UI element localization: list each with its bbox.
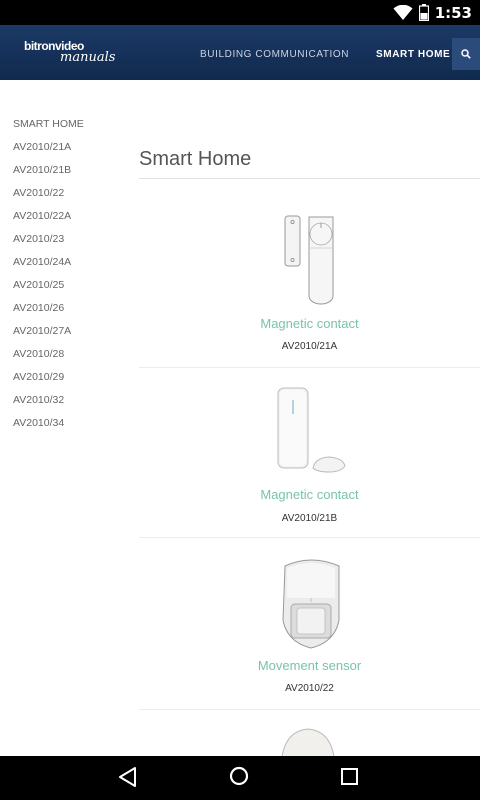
status-time: 1:53	[434, 3, 472, 22]
product-code: AV2010/21A	[281, 341, 338, 352]
sidebar-item-smart-home[interactable]: SMART HOME	[13, 118, 123, 141]
sidebar: SMART HOME AV2010/21A AV2010/21B AV2010/…	[13, 118, 123, 440]
sidebar-item-av2010-23[interactable]: AV2010/23	[13, 233, 123, 256]
nav-building-communication[interactable]: BUILDING COMMUNICATION	[200, 49, 349, 60]
status-icons: 1:53	[393, 2, 472, 23]
product-card[interactable]: Magnetic contact AV2010/21B	[139, 370, 480, 538]
back-icon[interactable]	[117, 766, 139, 788]
title-divider	[139, 178, 480, 179]
product-card[interactable]: Magnetic contact AV2010/21A	[139, 210, 480, 368]
product-divider	[139, 537, 480, 538]
sidebar-item-av2010-21b[interactable]: AV2010/21B	[13, 164, 123, 187]
product-name[interactable]: Movement sensor	[139, 658, 480, 673]
product-divider	[139, 709, 480, 710]
product-code: AV2010/21B	[281, 513, 338, 524]
sidebar-item-av2010-28[interactable]: AV2010/28	[13, 348, 123, 371]
recents-icon[interactable]	[340, 767, 360, 787]
sidebar-item-av2010-34[interactable]: AV2010/34	[13, 417, 123, 440]
sidebar-item-av2010-22[interactable]: AV2010/22	[13, 187, 123, 210]
main-content: Smart Home	[139, 140, 480, 179]
magnetic-contact-21a-image	[284, 215, 334, 305]
search-button[interactable]	[452, 38, 480, 70]
sidebar-item-av2010-22a[interactable]: AV2010/22A	[13, 210, 123, 233]
magnetic-contact-21b-image	[277, 387, 346, 473]
sidebar-item-av2010-24a[interactable]: AV2010/24A	[13, 256, 123, 279]
system-navigation-bar	[0, 756, 480, 800]
sidebar-item-av2010-21a[interactable]: AV2010/21A	[13, 141, 123, 164]
app-header: bitronvideo manuals BUILDING COMMUNICATI…	[0, 25, 480, 80]
page-title: Smart Home	[139, 148, 252, 170]
battery-icon	[418, 4, 429, 21]
logo-text-bottom: manuals	[60, 50, 116, 65]
product-name[interactable]: Magnetic contact	[139, 316, 480, 331]
product-card[interactable]: Movement sensor AV2010/22	[139, 540, 480, 710]
product-code: AV2010/22	[285, 683, 334, 694]
product-divider	[139, 367, 480, 368]
product-name[interactable]: Magnetic contact	[139, 487, 480, 502]
sidebar-item-av2010-25[interactable]: AV2010/25	[13, 279, 123, 302]
search-icon	[461, 49, 471, 59]
sidebar-item-av2010-27a[interactable]: AV2010/27A	[13, 325, 123, 348]
sidebar-item-av2010-26[interactable]: AV2010/26	[13, 302, 123, 325]
home-icon[interactable]	[228, 765, 250, 787]
nav-smart-home[interactable]: SMART HOME	[376, 49, 450, 60]
sidebar-item-av2010-32[interactable]: AV2010/32	[13, 394, 123, 417]
product-image-partial	[281, 728, 335, 757]
sidebar-item-av2010-29[interactable]: AV2010/29	[13, 371, 123, 394]
movement-sensor-image	[282, 559, 340, 649]
status-bar: 1:53	[0, 0, 480, 25]
wifi-icon	[393, 4, 413, 20]
logo[interactable]: bitronvideo manuals	[24, 39, 116, 69]
